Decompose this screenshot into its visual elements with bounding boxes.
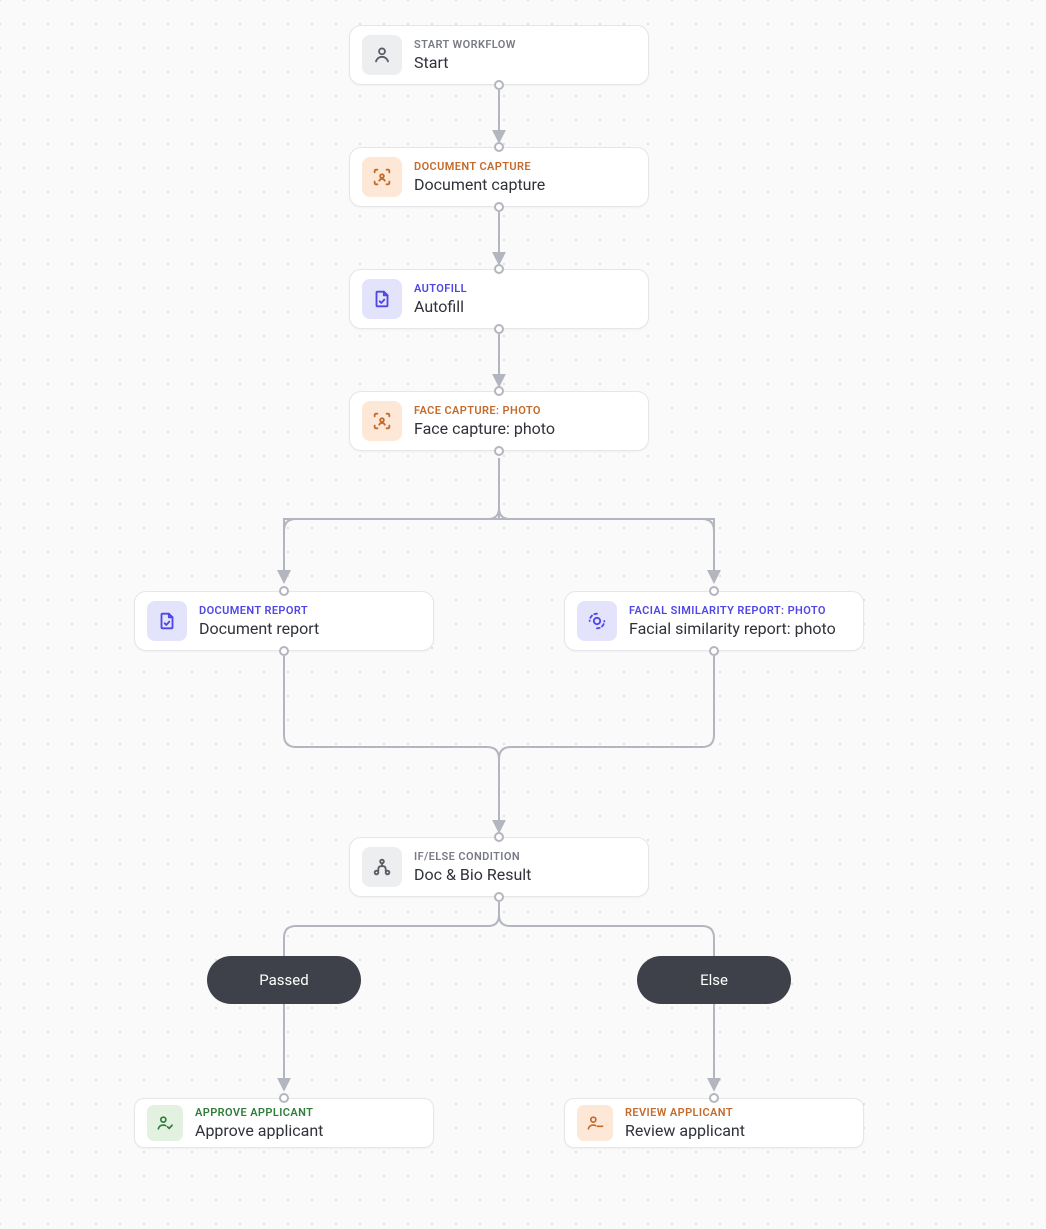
workflow-canvas[interactable]: START WORKFLOW Start DOCUMENT CAPTURE Do… <box>0 0 1046 1229</box>
node-document-capture[interactable]: DOCUMENT CAPTURE Document capture <box>349 147 649 207</box>
port <box>494 892 504 902</box>
node-facial-similarity-report[interactable]: FACIAL SIMILARITY REPORT: PHOTO Facial s… <box>564 591 864 651</box>
node-review[interactable]: REVIEW APPLICANT Review applicant <box>564 1098 864 1148</box>
branch-label: Passed <box>259 971 308 989</box>
capture-icon <box>362 157 402 197</box>
node-type-label: AUTOFILL <box>414 282 467 295</box>
node-title-label: Face capture: photo <box>414 419 555 438</box>
port <box>494 386 504 396</box>
node-type-label: DOCUMENT REPORT <box>199 604 319 617</box>
node-type-label: START WORKFLOW <box>414 38 516 51</box>
node-title-label: Facial similarity report: photo <box>629 619 836 638</box>
port <box>279 586 289 596</box>
node-title-label: Approve applicant <box>195 1121 323 1140</box>
user-minus-icon <box>577 1105 613 1141</box>
node-type-label: DOCUMENT CAPTURE <box>414 160 545 173</box>
node-start[interactable]: START WORKFLOW Start <box>349 25 649 85</box>
document-check-icon <box>362 279 402 319</box>
node-title-label: Document capture <box>414 175 545 194</box>
node-type-label: FACE CAPTURE: PHOTO <box>414 404 555 417</box>
node-title-label: Start <box>414 53 516 72</box>
node-face-capture[interactable]: FACE CAPTURE: PHOTO Face capture: photo <box>349 391 649 451</box>
port <box>279 646 289 656</box>
user-check-icon <box>147 1105 183 1141</box>
node-autofill[interactable]: AUTOFILL Autofill <box>349 269 649 329</box>
port <box>709 586 719 596</box>
node-title-label: Autofill <box>414 297 467 316</box>
port <box>494 264 504 274</box>
node-type-label: IF/ELSE CONDITION <box>414 850 531 863</box>
capture-icon <box>362 401 402 441</box>
port <box>494 324 504 334</box>
face-scan-icon <box>577 601 617 641</box>
port <box>709 1093 719 1103</box>
branch-passed[interactable]: Passed <box>207 956 361 1004</box>
node-title-label: Document report <box>199 619 319 638</box>
port <box>494 142 504 152</box>
port <box>494 202 504 212</box>
port <box>709 646 719 656</box>
branch-label: Else <box>700 971 728 989</box>
port <box>279 1093 289 1103</box>
node-condition[interactable]: IF/ELSE CONDITION Doc & Bio Result <box>349 837 649 897</box>
node-document-report[interactable]: DOCUMENT REPORT Document report <box>134 591 434 651</box>
node-type-label: APPROVE APPLICANT <box>195 1106 323 1119</box>
node-type-label: REVIEW APPLICANT <box>625 1106 745 1119</box>
node-title-label: Review applicant <box>625 1121 745 1140</box>
branch-icon <box>362 847 402 887</box>
document-check-icon <box>147 601 187 641</box>
node-approve[interactable]: APPROVE APPLICANT Approve applicant <box>134 1098 434 1148</box>
port <box>494 80 504 90</box>
node-title-label: Doc & Bio Result <box>414 865 531 884</box>
branch-else[interactable]: Else <box>637 956 791 1004</box>
port <box>494 446 504 456</box>
node-type-label: FACIAL SIMILARITY REPORT: PHOTO <box>629 604 836 617</box>
port <box>494 832 504 842</box>
user-icon <box>362 35 402 75</box>
